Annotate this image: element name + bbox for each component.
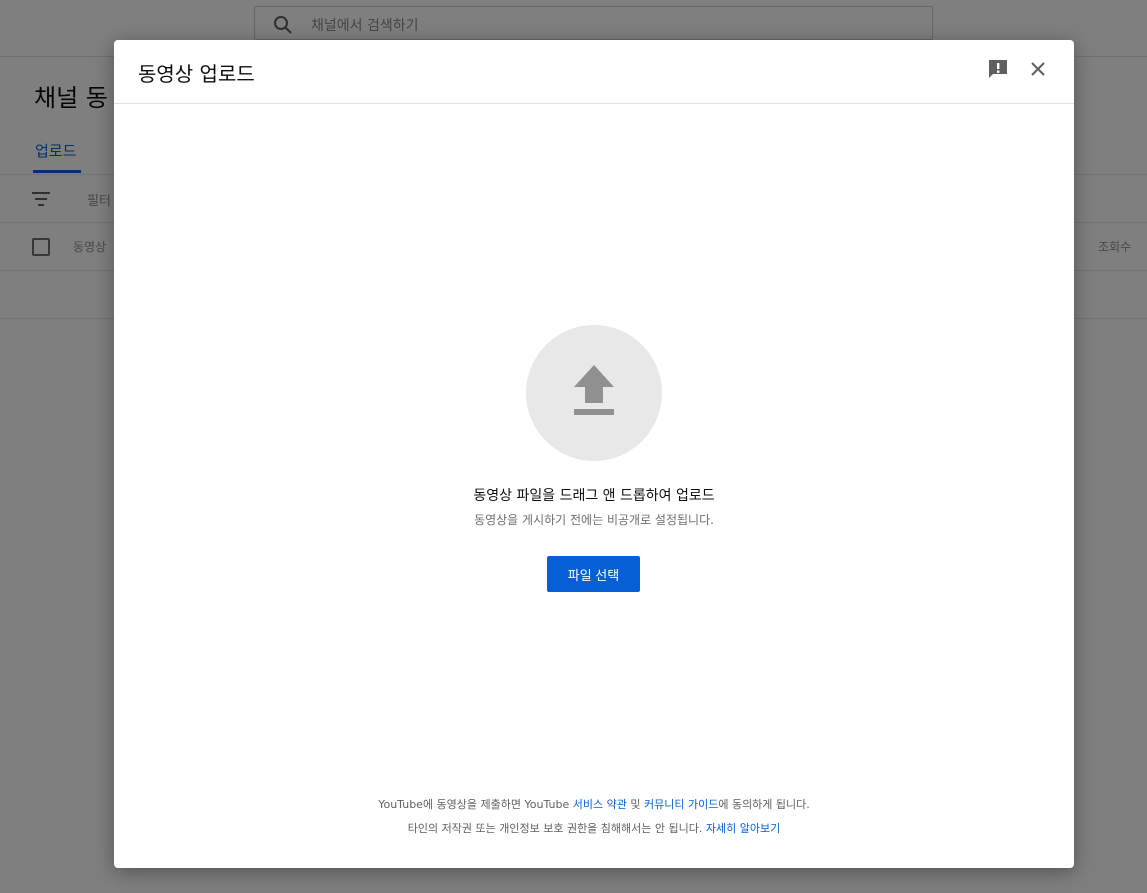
footer-text: 에 동의하게 됩니다. [718, 798, 810, 811]
footer-copyright: 타인의 저작권 또는 개인정보 보호 권한을 침해해서는 안 됩니다. 자세히 … [114, 820, 1074, 836]
feedback-button[interactable] [984, 57, 1012, 85]
dialog-header: 동영상 업로드 [114, 40, 1074, 104]
footer-text: 및 [626, 798, 644, 811]
dialog-title: 동영상 업로드 [138, 62, 255, 86]
upload-dialog: 동영상 업로드 동영상 파일을 드래그 앤 드롭하여 업로드 동영상을 게시하기… [114, 40, 1074, 868]
terms-of-service-link[interactable]: 서비스 약관 [573, 798, 627, 811]
upload-drop-target[interactable] [526, 325, 662, 461]
footer-terms: YouTube에 동영상을 제출하면 YouTube 서비스 약관 및 커뮤니티… [114, 796, 1074, 812]
upload-arrow-icon [572, 363, 616, 423]
learn-more-link[interactable]: 자세히 알아보기 [706, 822, 780, 835]
close-button[interactable] [1024, 57, 1052, 85]
footer-text: 타인의 저작권 또는 개인정보 보호 권한을 침해해서는 안 됩니다. [407, 822, 706, 835]
feedback-icon [987, 58, 1009, 84]
community-guidelines-link[interactable]: 커뮤니티 가이드 [644, 798, 718, 811]
select-files-button[interactable]: 파일 선택 [547, 556, 640, 592]
drop-title: 동영상 파일을 드래그 앤 드롭하여 업로드 [473, 488, 715, 504]
close-icon [1030, 61, 1046, 81]
drop-subtitle: 동영상을 게시하기 전에는 비공개로 설정됩니다. [474, 513, 714, 527]
footer-text: YouTube에 동영상을 제출하면 YouTube [378, 798, 573, 811]
